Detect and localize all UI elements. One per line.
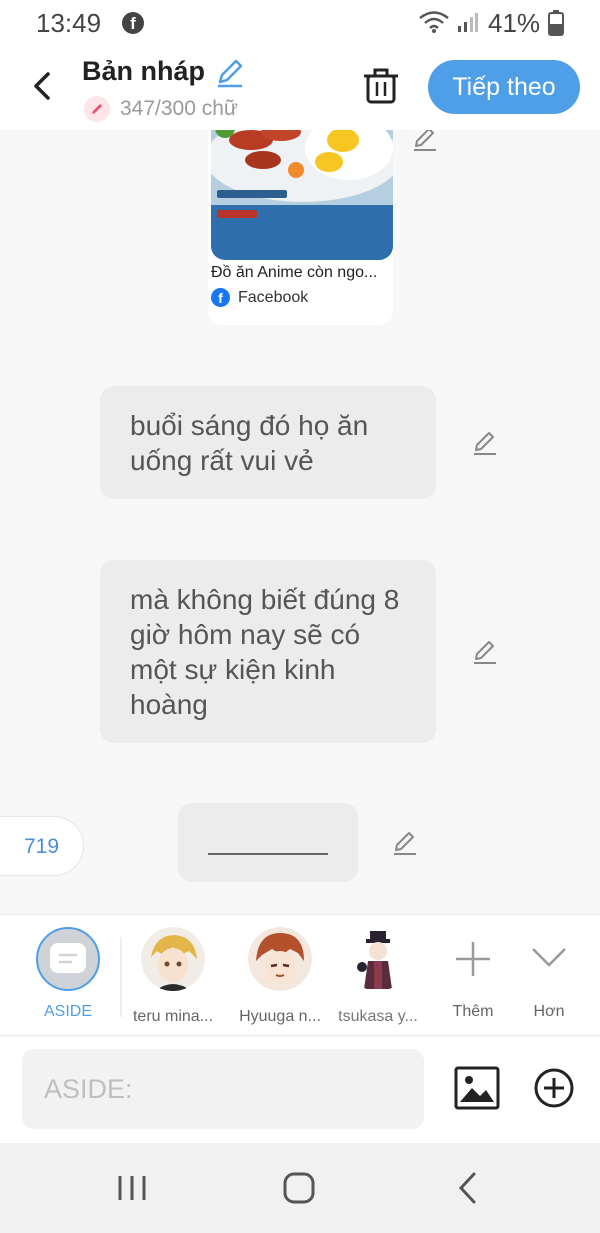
- status-time: 13:49: [36, 8, 102, 38]
- character-aside[interactable]: ASIDE: [34, 927, 102, 1021]
- character-label: teru mina...: [132, 1008, 214, 1025]
- pencil-icon[interactable]: [470, 428, 500, 458]
- chevron-down-icon: [522, 927, 576, 991]
- facebook-icon: f: [122, 12, 144, 34]
- link-thumbnail: [211, 130, 393, 260]
- pencil-icon[interactable]: [410, 130, 440, 154]
- blank-line: [208, 853, 328, 855]
- collapse-button[interactable]: Hơn: [522, 927, 576, 1021]
- page-title: Bản nháp: [82, 56, 206, 86]
- character-label: Hyuuga n...: [239, 1008, 321, 1025]
- home-icon[interactable]: [282, 1171, 316, 1205]
- more-label: Thêm: [452, 1003, 494, 1020]
- pencil-icon[interactable]: [214, 56, 246, 88]
- composer: [0, 1037, 600, 1143]
- character-hyuuga[interactable]: Hyuuga n...: [234, 927, 326, 1026]
- facebook-icon: f: [211, 288, 230, 307]
- word-count: 347/300 chữ: [120, 97, 238, 120]
- avatar: [141, 927, 205, 991]
- word-count-row: 347/300 chữ: [84, 96, 238, 122]
- next-button[interactable]: Tiếp theo: [428, 60, 580, 114]
- avatar: [346, 927, 410, 991]
- add-circle-icon[interactable]: [534, 1068, 574, 1108]
- character-teru[interactable]: teru mina...: [128, 927, 218, 1026]
- link-title: Đồ ăn Anime còn ngo...: [211, 264, 378, 281]
- counter-badge[interactable]: 719: [0, 816, 84, 876]
- character-tsukasa[interactable]: tsukasa y...: [338, 927, 418, 1026]
- link-source-row: f Facebook: [211, 288, 308, 307]
- more-button[interactable]: Thêm: [446, 927, 500, 1021]
- system-nav-bar: [0, 1143, 600, 1233]
- character-label: ASIDE: [43, 1003, 92, 1020]
- avatar: [248, 927, 312, 991]
- recent-apps-icon[interactable]: [116, 1173, 148, 1203]
- message-bubble[interactable]: mà không biết đúng 8 giờ hôm nay sẽ có m…: [100, 560, 436, 743]
- blank-message-bubble[interactable]: [178, 803, 358, 882]
- message-bubble[interactable]: buổi sáng đó họ ăn uống rất vui vẻ: [100, 386, 436, 499]
- chat-icon: [50, 943, 86, 973]
- character-label: tsukasa y...: [338, 1008, 418, 1025]
- nav-back-icon[interactable]: [456, 1171, 480, 1205]
- back-icon[interactable]: [24, 66, 64, 106]
- character-selector: ASIDE teru mina... Hyuuga n... tsukasa y…: [0, 914, 600, 1036]
- pencil-badge-icon: [84, 96, 110, 122]
- status-bar: 13:49 f 41%: [0, 0, 600, 48]
- message-list[interactable]: Đồ ăn Anime còn ngo... f Facebook buổi s…: [0, 130, 600, 914]
- link-preview-card[interactable]: Đồ ăn Anime còn ngo... f Facebook: [208, 130, 393, 325]
- aside-avatar: [36, 927, 100, 991]
- battery-icon: [548, 10, 564, 36]
- image-icon[interactable]: [454, 1066, 500, 1110]
- divider: [120, 937, 122, 1017]
- header: Bản nháp 347/300 chữ Tiếp theo: [0, 48, 600, 130]
- signal-icon: [458, 13, 478, 32]
- pencil-icon[interactable]: [470, 637, 500, 667]
- plus-icon: [446, 927, 500, 991]
- link-source: Facebook: [238, 288, 309, 306]
- message-input[interactable]: [22, 1049, 424, 1129]
- pencil-icon[interactable]: [390, 828, 420, 858]
- battery-level: 41%: [488, 8, 541, 38]
- trash-icon[interactable]: [362, 66, 400, 106]
- collapse-label: Hơn: [533, 1003, 565, 1020]
- wifi-icon: [419, 11, 449, 33]
